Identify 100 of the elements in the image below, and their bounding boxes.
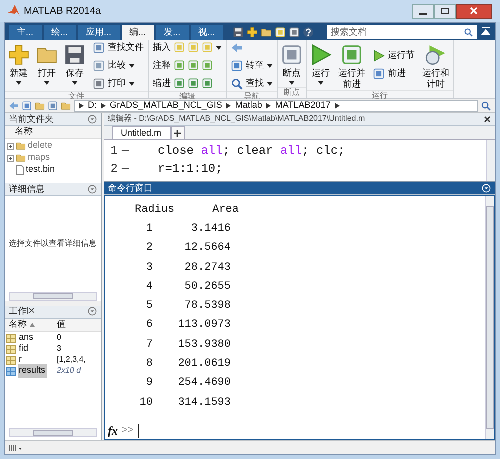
file-name[interactable]: delete xyxy=(28,139,53,153)
horizontal-scrollbar[interactable] xyxy=(9,292,97,300)
ribbon-small-button[interactable]: 前进 xyxy=(373,66,415,82)
variable-value: 3 xyxy=(57,343,62,355)
expand-icon[interactable] xyxy=(7,154,14,162)
ribbon-small-button[interactable]: 打印 xyxy=(93,76,144,91)
caret-icon xyxy=(318,81,324,85)
function-browser-button[interactable]: fx xyxy=(108,422,118,440)
ribbon-small-button[interactable]: 缩进 xyxy=(153,76,171,90)
output-cell-text: 28.2743 xyxy=(184,260,231,276)
output-cell-text: 3.1416 xyxy=(190,222,231,237)
ribbon-small-button[interactable]: 查找 xyxy=(231,76,273,91)
variable-icon xyxy=(6,334,16,342)
new-tab-button[interactable] xyxy=(170,126,185,139)
floppy-icon xyxy=(233,27,244,38)
path-segment[interactable]: Matlab xyxy=(235,101,262,110)
ribbon-button[interactable]: 保存 xyxy=(61,40,89,91)
chevron-icon xyxy=(79,102,84,108)
chevron-icon xyxy=(101,102,106,108)
floppy-icon xyxy=(64,44,86,66)
tool-icon xyxy=(93,60,105,72)
code-line: r=1:1:10; xyxy=(158,161,223,178)
minimize-button[interactable] xyxy=(412,4,434,18)
line-number: 1 xyxy=(110,143,118,160)
ribbon-button[interactable]: 运行 xyxy=(307,40,335,90)
ribbon-small-button[interactable]: 查找文件 xyxy=(93,40,144,55)
panel-menu-icon[interactable] xyxy=(88,114,97,124)
ribbon-tab[interactable]: 绘... xyxy=(44,25,76,40)
tool-icon xyxy=(188,60,199,71)
output-cell-text: 254.4690 xyxy=(177,376,231,392)
variable-icon xyxy=(6,366,16,376)
output-cell-text: 201.0619 xyxy=(177,357,231,372)
output-cell-text: 7 xyxy=(145,338,153,353)
line-marker: — xyxy=(122,161,130,178)
ribbon-small-button[interactable]: 比较 xyxy=(93,58,144,73)
ribbon-button[interactable]: 运行并前进 xyxy=(335,40,369,90)
variable-name[interactable]: r xyxy=(18,353,23,367)
panel-title: 详细信息 xyxy=(9,184,45,194)
ribbon-button[interactable]: 运行和计时 xyxy=(419,40,453,90)
panel-menu-icon[interactable] xyxy=(88,307,97,316)
vertical-scrollbar[interactable] xyxy=(485,196,494,439)
ribbon-tab[interactable]: 视... xyxy=(190,25,224,40)
maximize-button[interactable] xyxy=(434,4,456,18)
path-segment[interactable]: MATLAB2017 xyxy=(275,101,331,110)
file-tab[interactable]: Untitled.m xyxy=(112,126,171,139)
plus-icon xyxy=(8,44,30,66)
path-segment[interactable]: GrADS_MATLAB_NCL_GIS xyxy=(110,101,222,110)
horizontal-scrollbar[interactable] xyxy=(9,428,97,437)
tool-icon xyxy=(174,78,185,89)
panel-title: 当前文件夹 xyxy=(9,114,54,124)
file-name[interactable]: maps xyxy=(28,151,50,165)
output-cell-text: 12.5664 xyxy=(184,241,231,256)
output-cell-text: 2 xyxy=(145,241,153,256)
folder-icon xyxy=(261,27,272,38)
variable-name[interactable]: results xyxy=(18,364,47,378)
output-cell-text: 4 xyxy=(145,280,153,295)
close-icon[interactable] xyxy=(484,116,491,122)
ribbon-button[interactable]: 新建 xyxy=(5,40,33,91)
variable-icon xyxy=(6,356,16,364)
caret-icon xyxy=(44,81,50,85)
variable-name[interactable]: fid xyxy=(18,342,30,356)
ribbon-small-button[interactable]: 转至 xyxy=(231,58,273,73)
file-name[interactable]: test.bin xyxy=(26,163,56,177)
ribbon-small-button[interactable]: 注释 xyxy=(153,58,171,72)
output-cell-text: 78.5398 xyxy=(184,299,231,314)
help-icon[interactable] xyxy=(303,27,314,38)
ribbon-small-button[interactable]: 插入 xyxy=(153,40,171,54)
close-button[interactable] xyxy=(456,4,492,18)
caret-icon xyxy=(129,82,135,86)
collapse-ribbon-icon[interactable] xyxy=(481,27,491,37)
panel-menu-icon[interactable] xyxy=(88,184,97,194)
variable-name[interactable]: ans xyxy=(18,331,35,345)
ribbon-tab[interactable]: 应用... xyxy=(78,25,120,40)
ribbon-button[interactable]: 打开 xyxy=(33,40,61,91)
ribbon-tab[interactable]: 发... xyxy=(156,25,189,40)
status-grip-icon[interactable] xyxy=(9,444,23,452)
ribbon-small-button[interactable]: 运行节 xyxy=(373,48,415,64)
variable-value: 0 xyxy=(57,332,62,344)
tool-icon xyxy=(281,44,303,66)
tool-icon xyxy=(202,60,213,71)
column-header[interactable]: 名称 xyxy=(9,318,27,332)
panel-title: 工作区 xyxy=(9,307,36,316)
caret-icon xyxy=(289,81,295,85)
expand-icon[interactable] xyxy=(7,142,14,150)
caret-icon xyxy=(129,64,135,68)
command-prompt: >> xyxy=(122,424,134,438)
output-cell-text: 314.1593 xyxy=(177,396,231,411)
ribbon-button[interactable]: 断点 xyxy=(278,40,306,87)
variable-value: [1,2,3,4, xyxy=(57,354,86,366)
editor-title: 编辑器 - D:\GrADS_MATLAB_NCL_GIS\Matlab\MATLAB2017\Untitled.m xyxy=(108,113,366,125)
search-icon xyxy=(481,100,491,110)
chevron-icon xyxy=(226,102,232,108)
line-marker: — xyxy=(122,143,130,160)
vertical-scrollbar[interactable] xyxy=(486,140,495,181)
app-logo-icon xyxy=(8,5,20,17)
path-segment[interactable]: D: xyxy=(88,101,97,110)
ribbon-tab[interactable]: 主... xyxy=(9,25,42,40)
column-header[interactable]: 值 xyxy=(57,318,66,332)
ribbon-tab[interactable]: 编... xyxy=(122,25,154,40)
search-icon xyxy=(464,28,473,36)
